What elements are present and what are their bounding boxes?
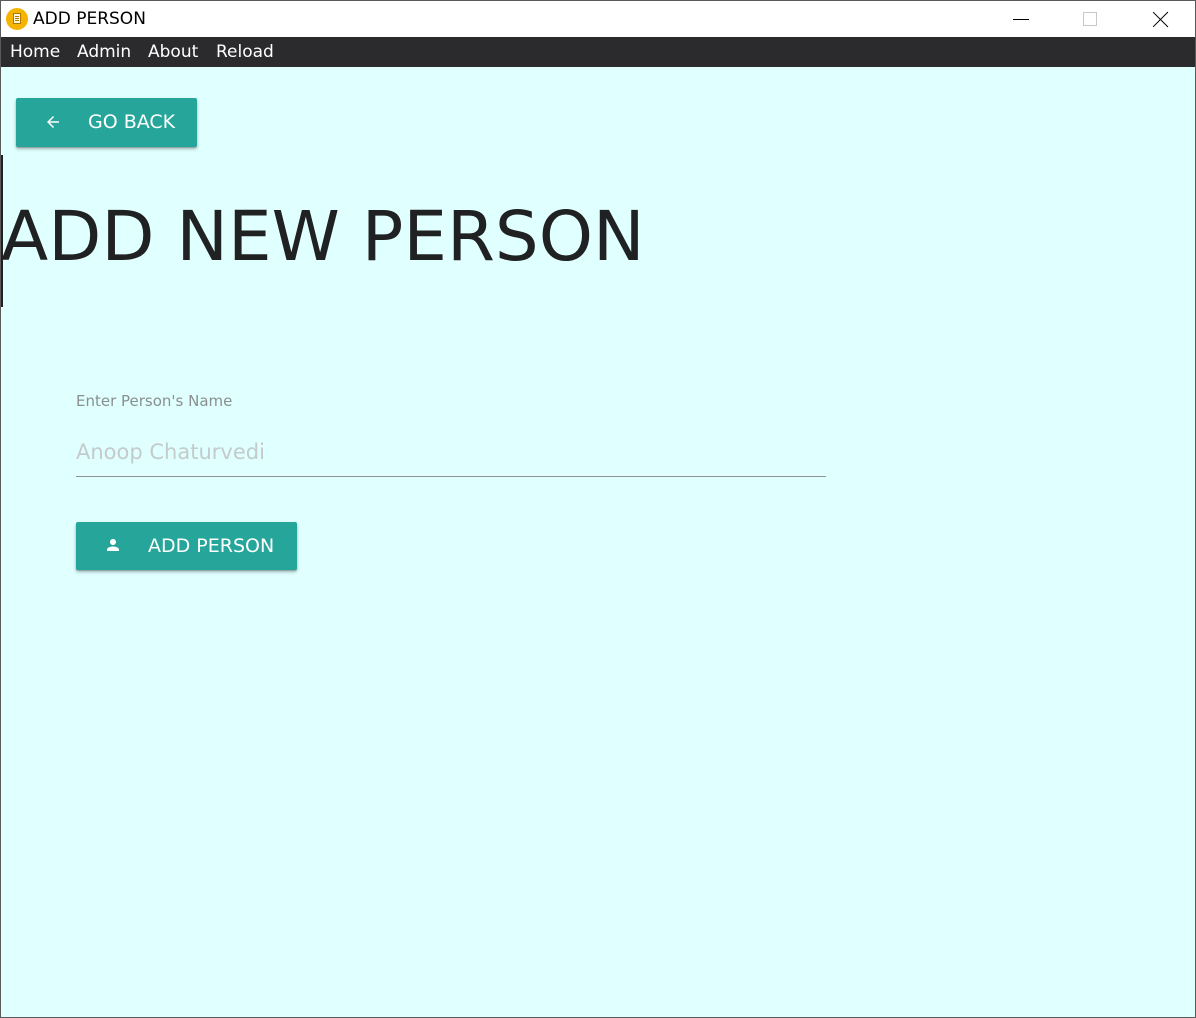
person-icon [107,539,119,551]
go-back-label: GO BACK [88,111,176,133]
close-button[interactable] [1137,1,1183,37]
minimize-button[interactable] [997,1,1043,37]
window-title: ADD PERSON [33,9,146,29]
name-field-label: Enter Person's Name [76,392,233,410]
add-person-button[interactable]: ADD PERSON [76,522,297,570]
menu-item-admin[interactable]: Admin [77,42,131,62]
menu-item-home[interactable]: Home [10,42,60,62]
app-notepad-icon [6,8,28,30]
app-window: ADD PERSON Home Admin About Reload GO BA… [0,0,1196,1018]
add-person-label: ADD PERSON [148,535,275,557]
go-back-button[interactable]: GO BACK [16,98,197,147]
menu-item-about[interactable]: About [148,42,198,62]
maximize-button[interactable] [1067,1,1113,37]
minimize-icon [1013,19,1029,20]
arrow-left-icon [47,116,59,128]
title-bar[interactable]: ADD PERSON [1,1,1195,37]
close-icon [1153,11,1169,27]
maximize-icon [1083,12,1097,26]
page-title: ADD NEW PERSON [1,197,645,277]
menu-item-reload[interactable]: Reload [216,42,274,62]
menu-bar: Home Admin About Reload [1,37,1195,67]
person-name-input[interactable] [76,427,826,477]
